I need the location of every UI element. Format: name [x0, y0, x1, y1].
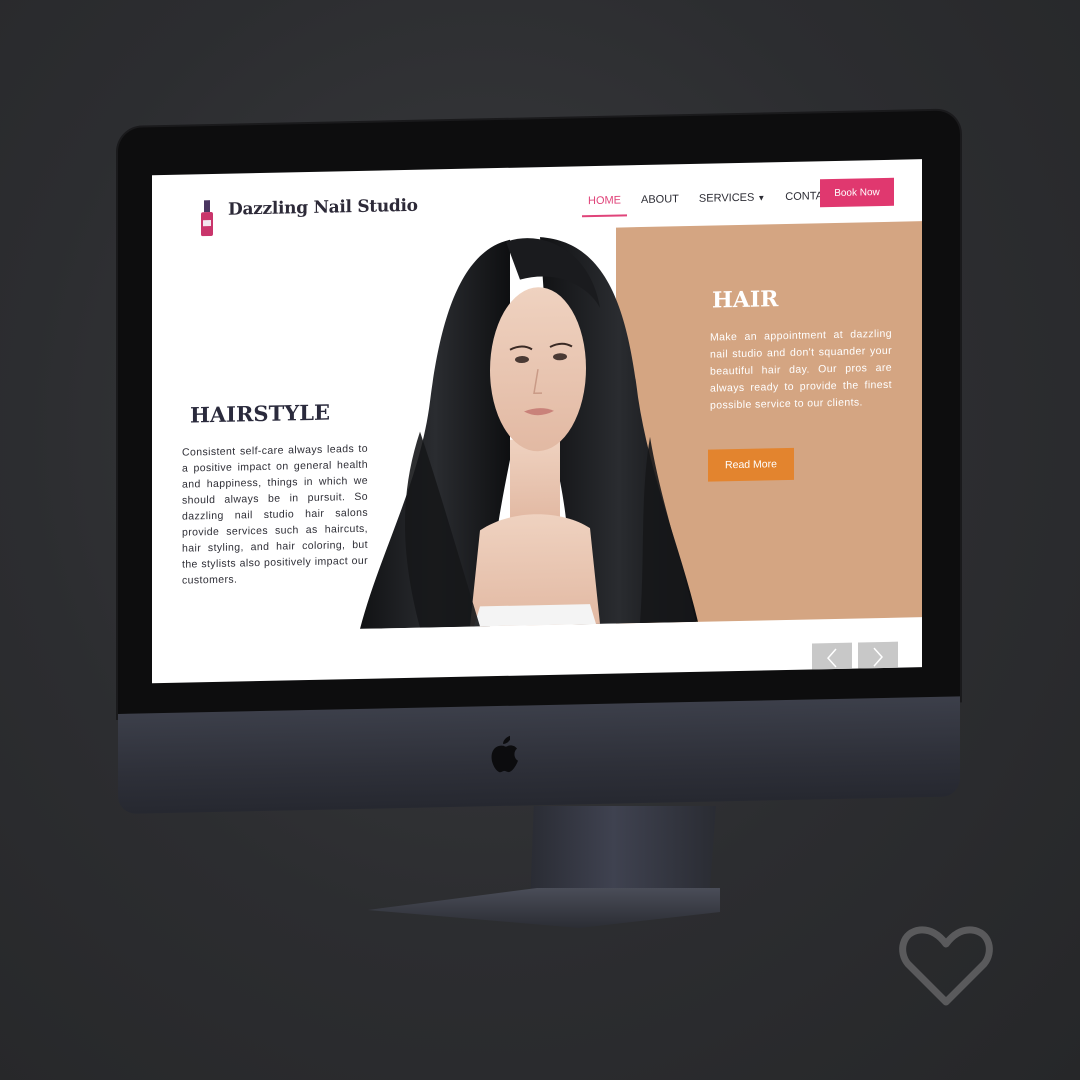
monitor-chin: [118, 696, 960, 814]
nav-services[interactable]: SERVICES ▼: [695, 187, 769, 209]
read-more-button[interactable]: Read More: [708, 447, 794, 482]
hair-heading: HAIR: [712, 286, 779, 314]
woman-long-hair-portrait: [360, 237, 698, 629]
nail-polish-logo-icon: [201, 200, 213, 237]
hairstyle-description: Consistent self-care always leads to a p…: [182, 442, 368, 587]
monitor-bezel: Dazzling Nail Studio HOME ABOUT SERVICES…: [118, 110, 960, 719]
hairstyle-heading: HAIRSTYLE: [190, 399, 330, 428]
nav-home[interactable]: HOME: [584, 190, 625, 211]
slider-arrows: [812, 641, 898, 674]
main-nav: HOME ABOUT SERVICES ▼ CONTACT: [584, 181, 842, 216]
heart-icon[interactable]: [898, 924, 994, 1008]
brand-name[interactable]: Dazzling Nail Studio: [228, 196, 418, 220]
chevron-right-icon: [873, 647, 884, 667]
nav-services-label: SERVICES: [698, 191, 755, 205]
monitor: Dazzling Nail Studio HOME ABOUT SERVICES…: [118, 110, 960, 814]
nav-about[interactable]: ABOUT: [637, 189, 683, 210]
book-now-button[interactable]: Book Now: [820, 177, 894, 208]
apple-logo-icon: [491, 735, 518, 773]
slider-next-button[interactable]: [858, 641, 898, 673]
chevron-left-icon: [826, 648, 837, 668]
slider-prev-button[interactable]: [812, 642, 852, 674]
chevron-down-icon: ▼: [757, 193, 766, 203]
hair-description: Make an appointment at dazzling nail stu…: [710, 327, 892, 412]
hero-slider: HAIRSTYLE Consistent self-care always le…: [152, 221, 922, 645]
website-screen: Dazzling Nail Studio HOME ABOUT SERVICES…: [152, 159, 922, 684]
